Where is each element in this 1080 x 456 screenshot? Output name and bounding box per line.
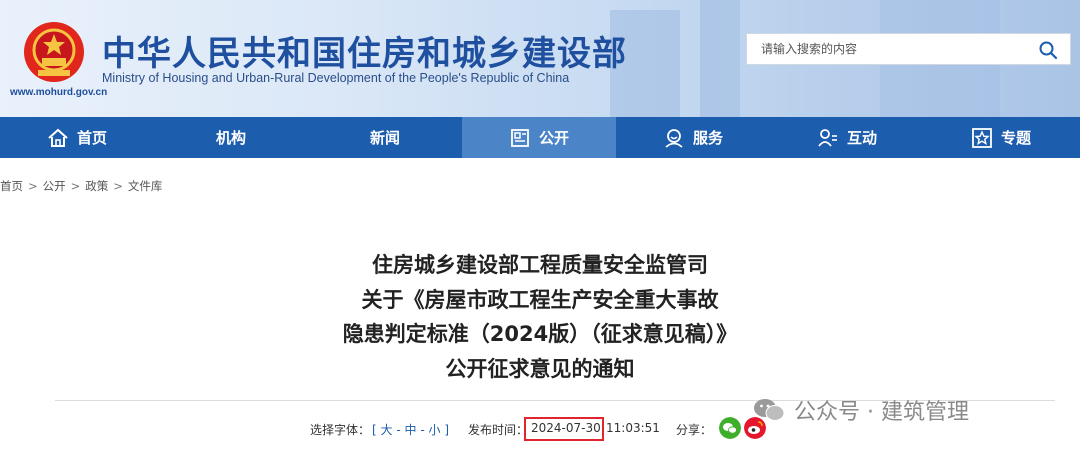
search-input[interactable] — [747, 34, 1017, 64]
nav-item-news[interactable]: 新闻 — [308, 117, 462, 158]
breadcrumb-file-library[interactable]: 文件库 — [128, 179, 163, 193]
nav-label: 服务 — [692, 129, 723, 147]
nav-item-home[interactable]: 首页 — [0, 117, 154, 158]
nav-label: 首页 — [76, 129, 107, 147]
service-icon — [663, 127, 685, 149]
breadcrumb-public[interactable]: 公开 — [43, 179, 66, 193]
building-decoration — [700, 0, 740, 117]
nav-item-service[interactable]: 服务 — [616, 117, 770, 158]
star-icon — [971, 127, 993, 149]
title-line: 住房城乡建设部工程质量安全监管司 — [372, 253, 708, 277]
breadcrumb-home[interactable]: 首页 — [0, 179, 23, 193]
interaction-icon — [817, 127, 839, 149]
nav-item-institutions[interactable]: 机构 — [154, 117, 308, 158]
article-title: 住房城乡建设部工程质量安全监管司 关于《房屋市政工程生产安全重大事故 隐患判定标… — [240, 248, 840, 386]
search-box — [746, 33, 1071, 65]
nav-item-public[interactable]: 公开 — [462, 117, 616, 158]
breadcrumb: 首页 > 公开 > 政策 > 文件库 — [0, 178, 162, 194]
publish-time: 11:03:51 — [606, 421, 660, 435]
font-size-small[interactable]: 小 — [428, 423, 440, 437]
nav-label: 公开 — [538, 129, 569, 147]
site-title: 中华人民共和国住房和城乡建设部 — [102, 34, 627, 74]
home-icon — [47, 127, 69, 149]
site-url: www.mohurd.gov.cn — [10, 87, 108, 98]
national-emblem-icon — [24, 22, 84, 82]
breadcrumb-policy[interactable]: 政策 — [85, 179, 108, 193]
nav-item-topics[interactable]: 专题 — [924, 117, 1078, 158]
search-icon[interactable] — [1038, 40, 1058, 60]
title-line: 关于《房屋市政工程生产安全重大事故 — [361, 287, 719, 312]
watermark-text: 公众号 · 建筑管理 — [794, 400, 969, 425]
nav-item-interaction[interactable]: 互动 — [770, 117, 924, 158]
breadcrumb-separator: > — [70, 179, 81, 193]
site-subtitle: Ministry of Housing and Urban-Rural Deve… — [102, 71, 570, 85]
breadcrumb-separator: > — [28, 179, 38, 193]
title-line: 隐患判定标准（2024版）（征求意见稿）》 — [342, 322, 738, 346]
nav-label: 互动 — [846, 129, 877, 147]
wechat-official-account-icon — [754, 399, 785, 421]
nav-label: 新闻 — [369, 129, 400, 147]
title-line: 公开征求意见的通知 — [445, 356, 635, 381]
wechat-icon[interactable] — [719, 417, 741, 439]
publish-label: 发布时间： — [468, 423, 529, 437]
breadcrumb-separator: > — [113, 179, 123, 193]
font-size-selector: [ 大 - 中 - 小 ] — [372, 423, 450, 437]
watermark: 公众号 · 建筑管理 — [752, 394, 969, 426]
publish-date: 2024-07-30 — [531, 421, 601, 435]
main-nav: 首页 机构 新闻 公开 服务 互动 专题 — [0, 117, 1080, 158]
site-header: www.mohurd.gov.cn 中华人民共和国住房和城乡建设部 Minist… — [0, 0, 1080, 117]
font-size-large[interactable]: 大 — [381, 423, 393, 437]
document-icon — [509, 127, 531, 149]
share-label: 分享： — [676, 423, 713, 437]
nav-label: 机构 — [215, 129, 246, 147]
font-size-label: 选择字体： — [310, 423, 371, 437]
font-size-medium[interactable]: 中 — [405, 423, 417, 437]
nav-label: 专题 — [1000, 129, 1031, 147]
